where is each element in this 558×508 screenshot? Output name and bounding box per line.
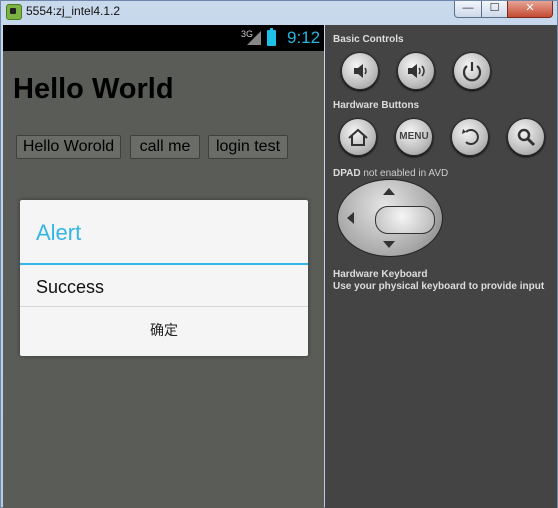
- back-icon[interactable]: [451, 118, 489, 156]
- close-button[interactable]: ✕: [507, 1, 553, 18]
- home-icon[interactable]: [339, 118, 377, 156]
- dpad-center-button[interactable]: [375, 206, 435, 234]
- emulator-app-icon: [6, 4, 22, 20]
- dialog-message: Success: [36, 277, 105, 297]
- search-icon[interactable]: [507, 118, 545, 156]
- minimize-button[interactable]: —: [454, 1, 482, 18]
- app-title: Hello World: [13, 73, 174, 105]
- status-bar: 3G 9:12: [3, 25, 324, 51]
- dialog-title-divider: [20, 263, 308, 265]
- keyboard-note: Use your physical keyboard to provide in…: [333, 281, 545, 292]
- network-type: 3G: [241, 29, 254, 39]
- menu-button[interactable]: MENU: [395, 118, 433, 156]
- dpad-note: not enabled in AVD: [363, 168, 449, 179]
- volume-down-icon[interactable]: [341, 52, 379, 90]
- hello-worold-button[interactable]: Hello Worold: [16, 135, 121, 159]
- maximize-button[interactable]: ☐: [481, 1, 508, 18]
- dpad-down-icon[interactable]: [383, 241, 395, 248]
- status-clock: 9:12: [287, 28, 321, 47]
- dialog-ok-button[interactable]: 确定: [20, 307, 308, 356]
- alert-dialog: Alert Success 确定: [20, 200, 308, 356]
- basic-controls-label: Basic Controls: [333, 34, 404, 45]
- call-me-button[interactable]: call me: [130, 135, 200, 159]
- dpad-up-icon[interactable]: [383, 188, 395, 195]
- dpad-title: DPAD: [333, 168, 361, 179]
- battery-icon: [267, 28, 276, 46]
- login-test-button[interactable]: login test: [208, 135, 288, 159]
- dialog-title: Alert: [36, 220, 82, 245]
- volume-up-icon[interactable]: [397, 52, 435, 90]
- controls-panel: Basic Controls Hardware Buttons MENU DPA…: [325, 25, 557, 508]
- dpad-left-icon[interactable]: [347, 212, 354, 224]
- emulator-window: 5554:zj_intel4.1.2 — ☐ ✕ 3G 9:12 Hello W…: [0, 0, 558, 508]
- dpad-label: DPAD not enabled in AVD: [333, 168, 448, 179]
- hardware-keyboard-label: Hardware Keyboard: [333, 269, 428, 280]
- title-bar[interactable]: 5554:zj_intel4.1.2 — ☐ ✕: [1, 1, 557, 23]
- device-screen: 3G 9:12 Hello World Hello Worold call me…: [3, 25, 324, 508]
- power-icon[interactable]: [453, 52, 491, 90]
- window-title: 5554:zj_intel4.1.2: [26, 4, 121, 18]
- hardware-buttons-label: Hardware Buttons: [333, 100, 420, 111]
- dpad[interactable]: [337, 179, 443, 257]
